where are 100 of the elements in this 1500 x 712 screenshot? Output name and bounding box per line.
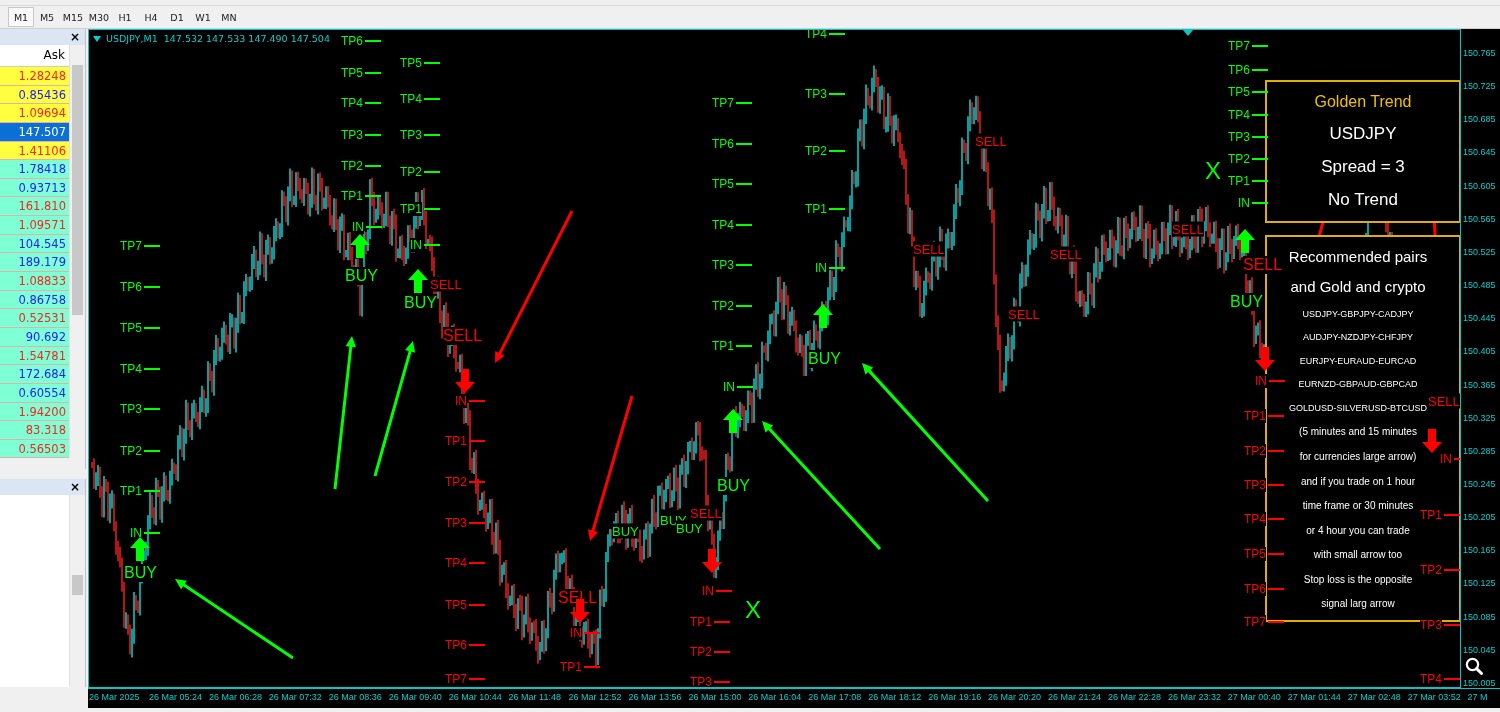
price-axis-label: 150.565 bbox=[1463, 213, 1496, 224]
time-axis-label: 26 Mar 2025 bbox=[89, 691, 141, 704]
timeframe-button[interactable]: H4 bbox=[138, 7, 164, 27]
time-axis-label: 26 Mar 10:44 bbox=[448, 691, 503, 704]
level-label: TP1 bbox=[1228, 174, 1268, 188]
spread-label: Spread = 3 bbox=[1321, 157, 1405, 178]
ask-price-cell[interactable]: 1.28248 bbox=[0, 67, 69, 86]
price-axis-label: 150.005 bbox=[1463, 677, 1496, 688]
level-label: IN bbox=[130, 526, 160, 540]
ask-price-cell[interactable]: 189.179 bbox=[0, 253, 69, 273]
level-label: TP1 bbox=[712, 339, 752, 353]
advice-line: or 4 hour you can trade bbox=[1306, 524, 1410, 536]
price-axis-label: 150.245 bbox=[1463, 478, 1496, 489]
signal-label: SELL bbox=[443, 327, 483, 345]
signal-label: SELL bbox=[1428, 393, 1460, 409]
time-axis-label: 26 Mar 06:28 bbox=[208, 691, 263, 704]
price-axis-label: 150.445 bbox=[1463, 313, 1496, 324]
level-label: TP3 bbox=[341, 128, 381, 142]
level-label: IN bbox=[410, 238, 440, 252]
time-axis-label: 26 Mar 05:24 bbox=[148, 691, 203, 704]
level-label: TP3 bbox=[1244, 478, 1284, 492]
level-label: TP6 bbox=[1228, 63, 1268, 77]
level-label: TP2 bbox=[1420, 563, 1460, 577]
time-axis-label: 26 Mar 17:08 bbox=[808, 691, 863, 704]
signal-label: SELL bbox=[1172, 221, 1204, 237]
ask-price-cell[interactable]: 1.78418 bbox=[0, 160, 69, 179]
level-label: TP3 bbox=[690, 675, 730, 687]
level-label: TP7 bbox=[712, 96, 752, 110]
timeframe-button[interactable]: D1 bbox=[164, 7, 190, 27]
price-axis-label: 150.365 bbox=[1463, 379, 1496, 390]
time-axis-label: 26 Mar 11:48 bbox=[508, 691, 562, 704]
level-label: TP5 bbox=[1244, 547, 1284, 561]
signal-label: SELL bbox=[975, 133, 1007, 149]
level-label: TP4 bbox=[712, 218, 752, 232]
level-label: TP3 bbox=[805, 87, 845, 101]
time-axis-label: 26 Mar 15:00 bbox=[688, 691, 743, 704]
level-label: TP6 bbox=[445, 638, 485, 652]
chart-symbol-quote: USDJPY,M1 147.532 147.533 147.490 147.504 bbox=[106, 33, 330, 44]
price-axis-label: 150.205 bbox=[1463, 512, 1496, 523]
level-label: IN bbox=[352, 220, 382, 234]
level-label: TP2 bbox=[341, 159, 381, 173]
level-label: TP4 bbox=[1420, 672, 1460, 686]
level-label: TP1 bbox=[560, 660, 600, 674]
stop-loss-line: Stop loss is the opposite bbox=[1303, 573, 1413, 585]
ask-price-cell[interactable]: 1.09694 bbox=[0, 104, 69, 123]
level-label: TP3 bbox=[1420, 618, 1460, 632]
pair-list-line: USDJPY-GBPJPY-CADJPY bbox=[1302, 308, 1414, 319]
level-label: IN bbox=[815, 261, 845, 275]
signal-label: SELL bbox=[430, 276, 462, 292]
pair-list-line: GOLDUSD-SILVERUSD-BTCUSD bbox=[1289, 402, 1427, 413]
level-label: TP1 bbox=[120, 484, 160, 498]
signal-label: BUY bbox=[345, 267, 378, 285]
level-label: TP6 bbox=[341, 34, 381, 48]
timeframe-button[interactable]: M5 bbox=[34, 7, 60, 27]
pair-list-line: EURNZD-GBPAUD-GBPCAD bbox=[1298, 379, 1418, 390]
pair-list-line: AUDJPY-NZDJPY-CHFJPY bbox=[1303, 332, 1413, 343]
signal-label: BUY bbox=[1230, 293, 1263, 311]
time-axis-label: 26 Mar 09:40 bbox=[388, 691, 443, 704]
level-label: TP2 bbox=[712, 299, 752, 313]
time-axis-label: 26 Mar 12:52 bbox=[568, 691, 623, 704]
level-label: TP2 bbox=[400, 165, 440, 179]
time-axis-label: 26 Mar 13:56 bbox=[628, 691, 683, 704]
advice-line: time frame or 30 minutes bbox=[1302, 500, 1414, 512]
level-label: TP3 bbox=[712, 258, 752, 272]
signal-label: SELL bbox=[1050, 246, 1082, 262]
time-axis-label: 27 Mar 00:40 bbox=[1227, 691, 1282, 704]
timeframe-button[interactable]: M1 bbox=[8, 7, 34, 27]
timeframe-button[interactable]: M30 bbox=[86, 7, 112, 27]
time-axis-label: 26 Mar 19:16 bbox=[928, 691, 983, 704]
timeframe-button[interactable]: M15 bbox=[60, 7, 86, 27]
signal-label: SELL bbox=[913, 241, 945, 257]
level-label: TP3 bbox=[400, 128, 440, 142]
level-label: TP1 bbox=[690, 615, 730, 629]
level-label: IN bbox=[723, 380, 753, 394]
level-label: TP5 bbox=[341, 66, 381, 80]
price-axis-label: 150.405 bbox=[1463, 346, 1496, 357]
signal-label: SELL bbox=[690, 505, 722, 521]
column-header[interactable]: Ask bbox=[0, 45, 69, 67]
level-label: TP4 bbox=[805, 30, 845, 41]
level-label: TP4 bbox=[120, 362, 160, 376]
level-label: TP7 bbox=[445, 672, 485, 686]
price-axis-label: 150.485 bbox=[1463, 280, 1496, 291]
level-label: TP2 bbox=[120, 444, 160, 458]
time-axis-label: 26 Mar 23:32 bbox=[1167, 691, 1222, 704]
price-axis-label: 150.125 bbox=[1463, 578, 1496, 589]
level-label: TP1 bbox=[341, 189, 381, 203]
level-label: TP2 bbox=[1228, 152, 1268, 166]
time-axis-label: 26 Mar 07:32 bbox=[268, 691, 323, 704]
time-axis-label: 26 Mar 20:20 bbox=[988, 691, 1043, 704]
timeframe-button[interactable]: W1 bbox=[190, 7, 216, 27]
timeframe-button[interactable]: MN bbox=[216, 7, 242, 27]
time-axis-label: 26 Mar 18:12 bbox=[868, 691, 923, 704]
timeframe-button[interactable]: H1 bbox=[112, 7, 138, 27]
level-label: TP2 bbox=[1244, 444, 1284, 458]
level-label: TP4 bbox=[1244, 512, 1284, 526]
time-axis-label: 27 Mar 02:48 bbox=[1347, 691, 1402, 704]
time-axis-label: 27 Mar 01:44 bbox=[1287, 691, 1342, 704]
signal-label: SELL bbox=[1008, 306, 1040, 322]
ask-price-cell[interactable]: 172.684 bbox=[0, 365, 69, 384]
panel-title: Golden Trend bbox=[1314, 92, 1412, 111]
